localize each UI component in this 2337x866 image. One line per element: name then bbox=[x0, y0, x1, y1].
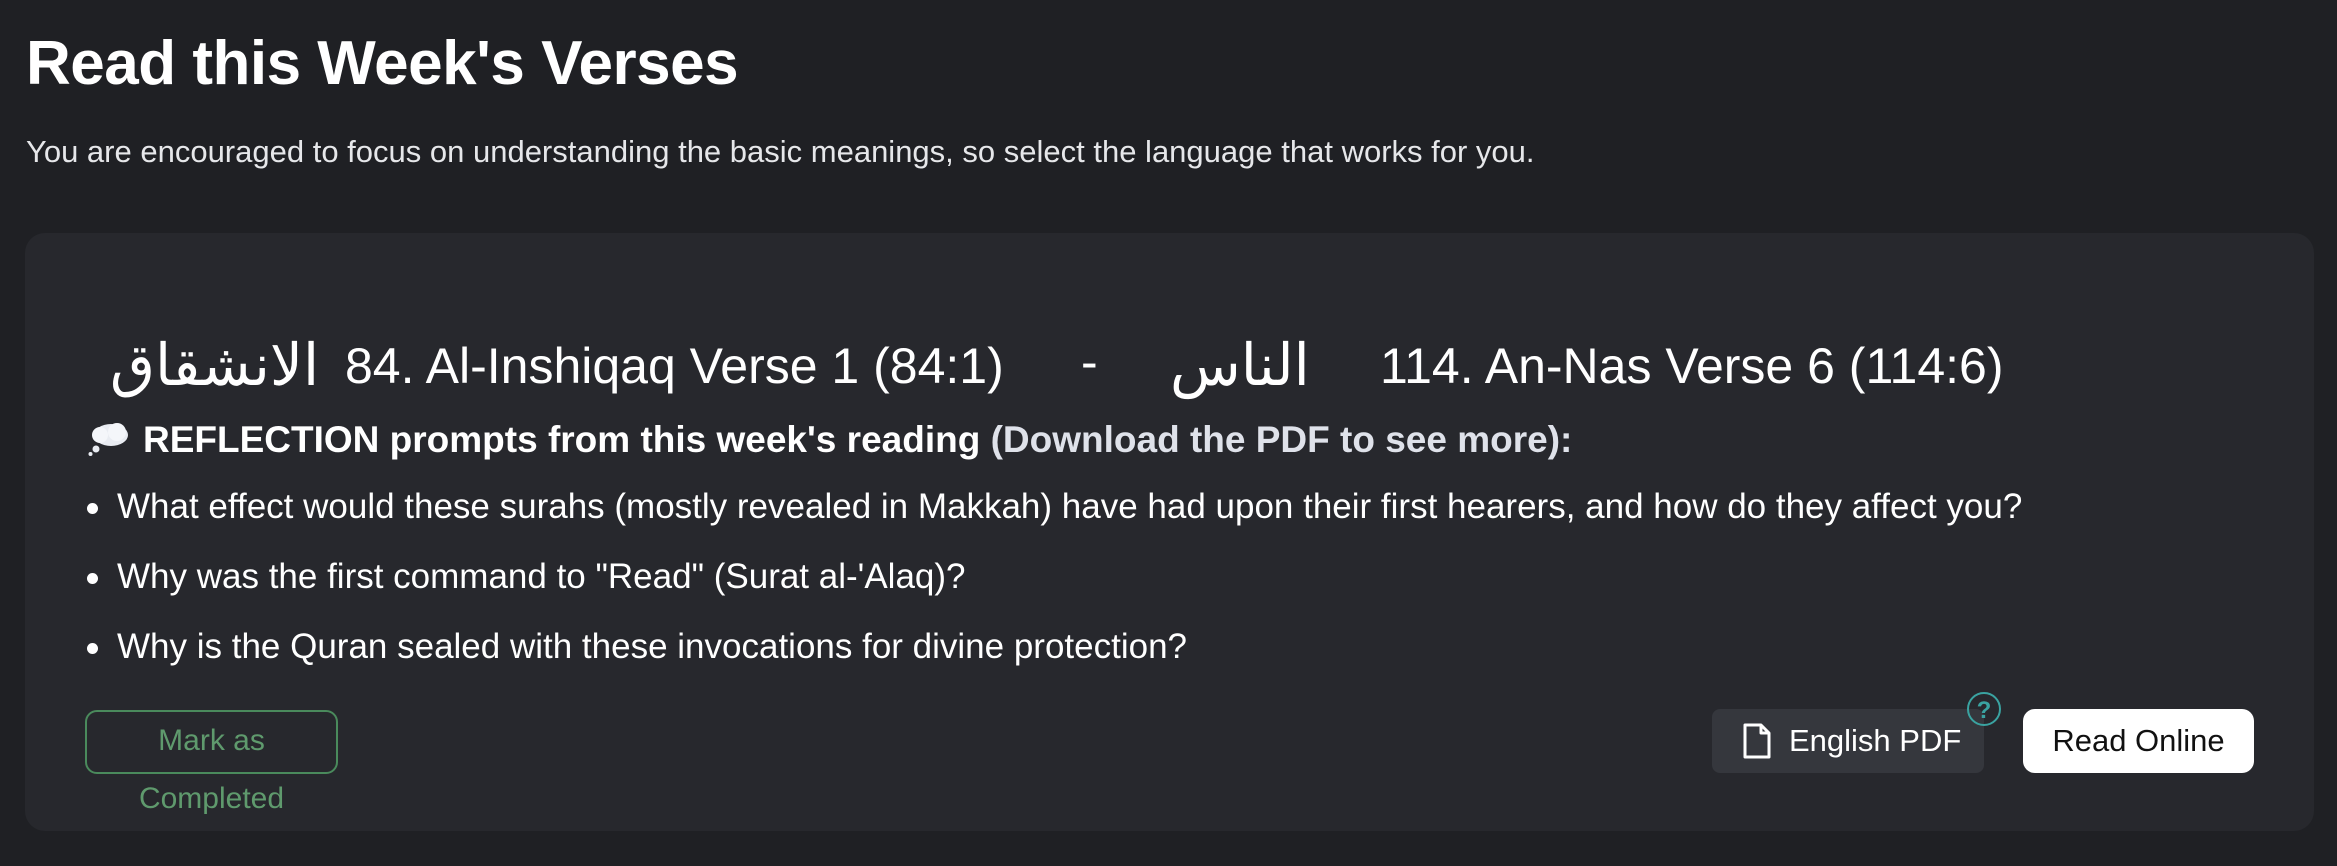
reflection-prompt-text: Why is the Quran sealed with these invoc… bbox=[117, 627, 1188, 666]
end-verse-label: 114. An-Nas Verse 6 (114:6) bbox=[1380, 338, 2004, 394]
document-icon bbox=[1743, 723, 1771, 759]
thought-bubble-icon bbox=[88, 423, 128, 456]
help-icon[interactable]: ? bbox=[1967, 692, 2001, 726]
reflection-prompt: Why is the Quran sealed with these invoc… bbox=[87, 619, 2022, 689]
mark-as-completed-button[interactable]: Mark as Completed bbox=[85, 710, 338, 815]
start-surah-arabic-name: الانشقاق bbox=[110, 331, 320, 399]
start-verse-label: 84. Al-Inshiqaq Verse 1 (84:1) bbox=[345, 338, 1004, 394]
bullet bbox=[87, 573, 98, 584]
end-surah-arabic-name: الناس bbox=[1170, 331, 1310, 399]
bullet bbox=[87, 503, 98, 514]
english-pdf-button[interactable]: English PDF bbox=[1712, 709, 1984, 773]
english-pdf-label: English PDF bbox=[1789, 723, 1962, 758]
verse-range: الانشقاق 84. Al-Inshiqaq Verse 1 (84:1) … bbox=[25, 301, 2314, 431]
download-pdf-note: (Download the PDF to see more): bbox=[990, 419, 1573, 460]
page-subtitle: You are encouraged to focus on understan… bbox=[26, 134, 1535, 169]
range-separator: - bbox=[1081, 334, 1098, 390]
reflection-prompt-text: Why was the first command to "Read" (Sur… bbox=[117, 557, 966, 596]
reflection-prompt: Why was the first command to "Read" (Sur… bbox=[87, 549, 2022, 619]
page-title: Read this Week's Verses bbox=[26, 29, 739, 98]
weekly-verses-card: الانشقاق 84. Al-Inshiqaq Verse 1 (84:1) … bbox=[25, 233, 2314, 831]
reflection-heading-text: REFLECTION prompts from this week's read… bbox=[143, 419, 981, 460]
read-online-button[interactable]: Read Online bbox=[2023, 709, 2254, 773]
reflection-prompt-text: What effect would these surahs (mostly r… bbox=[117, 487, 2023, 526]
reflection-heading: REFLECTION prompts from this week's read… bbox=[87, 419, 1572, 461]
bullet bbox=[87, 643, 98, 654]
reflection-prompt: What effect would these surahs (mostly r… bbox=[87, 479, 2022, 549]
page: Read this Week's Verses You are encourag… bbox=[0, 0, 2337, 866]
reflection-prompt-list: What effect would these surahs (mostly r… bbox=[87, 479, 2022, 689]
